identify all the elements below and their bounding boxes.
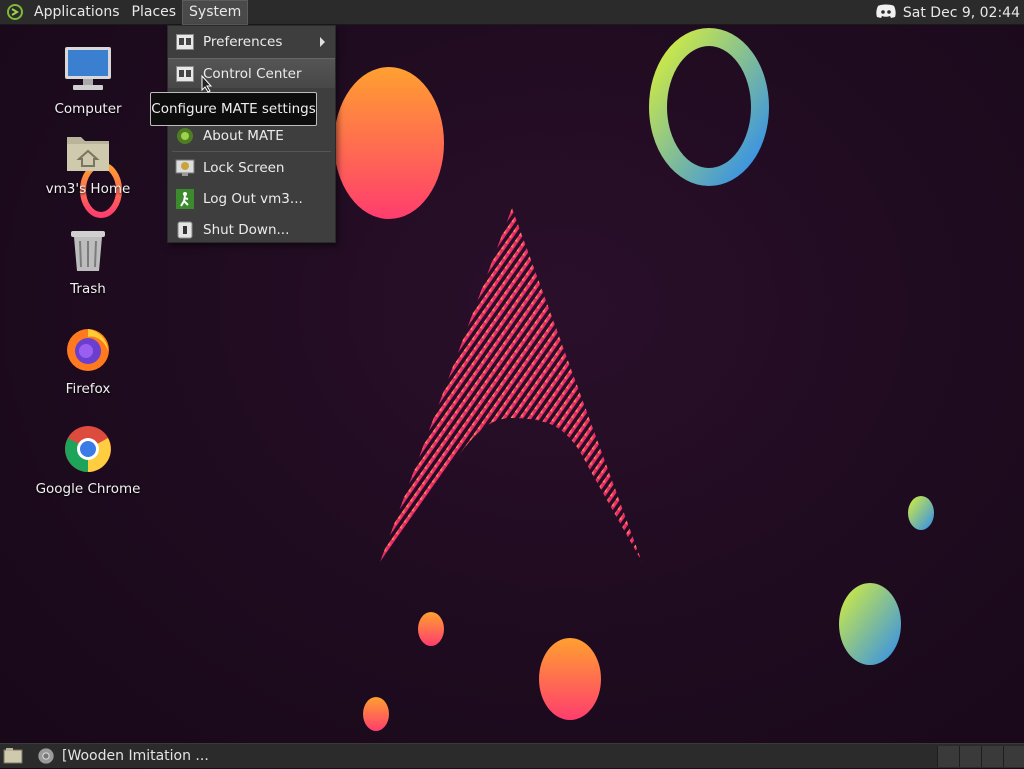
- menu-item-preferences[interactable]: Preferences: [168, 27, 335, 57]
- system-dropdown-menu: Preferences Control Center About MATE Lo…: [167, 25, 336, 243]
- log-out-icon: [175, 189, 195, 209]
- desktop-icon-trash[interactable]: Trash: [33, 225, 143, 297]
- mouse-cursor-icon: [201, 75, 213, 93]
- desktop-icon-firefox[interactable]: Firefox: [33, 325, 143, 397]
- system-menu-button[interactable]: System: [182, 0, 249, 25]
- places-menu[interactable]: Places: [126, 0, 183, 25]
- computer-icon: [63, 45, 113, 97]
- menu-item-label: Control Center: [203, 65, 302, 82]
- firefox-icon: [64, 325, 112, 377]
- trash-icon: [68, 227, 108, 277]
- bottom-panel: [Wooden Imitation ...: [0, 743, 1024, 768]
- workspace-2[interactable]: [959, 746, 981, 767]
- desktop-icon-chrome[interactable]: Google Chrome: [33, 425, 143, 497]
- clock[interactable]: Sat Dec 9, 02:44: [903, 5, 1020, 21]
- desktop-icon-label: Computer: [54, 101, 122, 117]
- submenu-arrow-icon: [320, 37, 325, 47]
- menu-item-shut-down[interactable]: Shut Down...: [168, 215, 335, 245]
- menu-item-label: Log Out vm3...: [203, 191, 303, 207]
- preferences-icon: [175, 32, 195, 52]
- shut-down-icon: [175, 220, 195, 240]
- taskbar-window-title: [Wooden Imitation ...: [62, 748, 209, 764]
- desktop-icon-label: Firefox: [65, 381, 111, 397]
- mate-menu-icon[interactable]: [6, 3, 24, 21]
- chrome-icon: [64, 425, 112, 477]
- control-center-icon: [175, 64, 195, 84]
- lock-screen-icon: [175, 158, 195, 178]
- workspace-4[interactable]: [1003, 746, 1024, 767]
- mate-logo-icon: [175, 126, 195, 146]
- menu-item-log-out[interactable]: Log Out vm3...: [168, 184, 335, 214]
- taskbar-window-button[interactable]: [Wooden Imitation ...: [34, 744, 334, 768]
- menu-item-control-center[interactable]: Control Center: [168, 58, 335, 88]
- menu-separator: [172, 151, 331, 152]
- menu-item-label: About MATE: [203, 128, 284, 144]
- top-panel: Applications Places System Sat Dec 9, 02…: [0, 0, 1024, 25]
- workspace-3[interactable]: [981, 746, 1003, 767]
- menu-item-lock-screen[interactable]: Lock Screen: [168, 153, 335, 183]
- workspace-1[interactable]: [937, 746, 959, 767]
- desktop-icon-label: Google Chrome: [35, 481, 141, 497]
- menu-item-label: Shut Down...: [203, 222, 290, 238]
- discord-icon[interactable]: [875, 3, 897, 23]
- desktop-icon-label: vm3's Home: [45, 181, 131, 197]
- chrome-icon: [38, 748, 54, 764]
- panel-tray: Sat Dec 9, 02:44: [875, 0, 1020, 25]
- tooltip: Configure MATE settings: [150, 92, 317, 126]
- home-folder-icon: [65, 131, 111, 177]
- menu-item-label: Preferences: [203, 34, 283, 50]
- applications-menu[interactable]: Applications: [28, 0, 126, 25]
- desktop-icon-computer[interactable]: Computer: [33, 45, 143, 117]
- desktop-icon-home[interactable]: vm3's Home: [33, 125, 143, 197]
- show-desktop-icon[interactable]: [3, 747, 23, 769]
- desktop-icon-label: Trash: [70, 281, 106, 297]
- menu-item-label: Lock Screen: [203, 160, 285, 176]
